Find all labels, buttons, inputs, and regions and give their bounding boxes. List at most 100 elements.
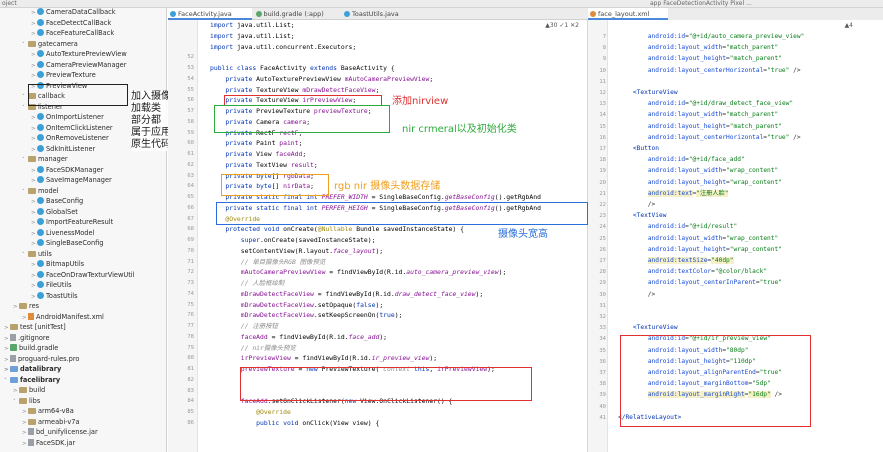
xml-line[interactable]: android:layout_height="wrap_content" [618, 245, 782, 255]
xml-line[interactable]: <TextureView [618, 88, 678, 98]
tree-item[interactable]: > res [0, 302, 166, 311]
tree-item[interactable]: > FaceFeatureCallBack [0, 29, 166, 38]
tree-item[interactable]: > arm64-v8a [0, 407, 166, 416]
code-line[interactable]: // nir摄像头预览 [210, 343, 296, 353]
xml-line[interactable]: /> [618, 200, 655, 210]
xml-line[interactable]: <Button [618, 144, 659, 154]
editor-tab[interactable]: FaceActivity.java [168, 8, 252, 20]
xml-line[interactable]: <TextureView [618, 323, 678, 333]
tree-item[interactable]: > FaceSDKManager [0, 165, 166, 175]
tree-item[interactable]: > proguard-rules.pro [0, 354, 166, 364]
code-line[interactable]: @Override [210, 407, 291, 417]
code-line[interactable]: mDrawDetectFaceView.setKeepScreenOn(true… [210, 310, 403, 320]
tree-item[interactable]: ˅ gatecamera [0, 40, 166, 49]
code-line[interactable]: faceAdd = findViewById(R.id.face_add); [210, 332, 387, 342]
code-line[interactable]: import java.util.List; [210, 20, 295, 30]
xml-line[interactable]: android:id="@+id/auto_camera_preview_vie… [618, 32, 804, 42]
xml-inspection-summary[interactable]: ▲4 [845, 22, 853, 29]
xml-tabs: face_layout.xml [588, 8, 883, 20]
editor-tab[interactable]: build.gradle (:app) [254, 8, 341, 20]
line-gutter: 52 53 54 55 56 57 58 59 60 61 62 63 64 65 66 67 68 69 70 71… [168, 20, 198, 452]
tree-item[interactable]: ˅ model [0, 187, 166, 196]
xml-line[interactable]: android:layout_width="match_parent" [618, 43, 778, 53]
code-line[interactable]: setContentView(R.layout.face_layout); [210, 246, 383, 256]
editor-tab[interactable]: ToastUtils.java [342, 8, 423, 20]
folder-icon [28, 250, 36, 257]
code-line[interactable]: // 注册按钮 [210, 321, 278, 331]
tree-item[interactable]: > .gitignore [0, 333, 166, 343]
tree-item[interactable]: ˅ utils [0, 250, 166, 259]
tree-item[interactable]: > AndroidManifest.xml [0, 312, 166, 322]
tree-item[interactable]: > SingleBaseConfig [0, 239, 166, 248]
line-number [168, 20, 194, 30]
code-line[interactable]: mDrawDetectFaceView.setOpaque(false); [210, 300, 383, 310]
code-line[interactable]: super.onCreate(savedInstanceState); [210, 235, 376, 245]
code-line[interactable]: private View faceAdd; [210, 149, 306, 159]
tree-item[interactable]: ˅ libs [0, 397, 166, 406]
xml-line[interactable]: android:layout_width="wrap_content" [618, 234, 778, 244]
tree-item[interactable]: > BitmapUtils [0, 260, 166, 269]
code-line[interactable]: private TextView result; [210, 160, 317, 170]
tree-item[interactable]: > GlobalSet [0, 207, 166, 217]
tree-item[interactable]: > FileUtils [0, 281, 166, 290]
code-line[interactable]: // 单目摄像头RGB 图像预览 [210, 257, 325, 267]
xml-line[interactable]: android:text="注册人脸" [618, 189, 729, 199]
tree-item[interactable]: > FaceOnDrawTexturViewUtil [0, 270, 166, 280]
tree-item[interactable]: > PreviewTexture [0, 71, 166, 80]
xml-line[interactable]: android:layout_centerHorizontal="true" /… [618, 66, 801, 76]
tree-item[interactable]: > bd_unifylicense.jar [0, 428, 166, 437]
xml-line[interactable]: android:id="@+id/face_add" [618, 155, 745, 165]
tree-item[interactable]: > BaseConfig [0, 197, 166, 206]
xml-line[interactable]: android:layout_centerHorizontal="true" /… [618, 133, 801, 143]
code-line[interactable]: irPreviewView = findViewById(R.id.ir_pre… [210, 353, 437, 363]
tree-item[interactable]: > FaceSDK.jar [0, 438, 166, 448]
code-line[interactable]: public void onClick(View view) { [210, 418, 379, 428]
tab-face-layout[interactable]: face_layout.xml [588, 8, 668, 20]
xml-line[interactable]: android:textSize="40dp" [618, 256, 734, 266]
code-line[interactable]: public class FaceActivity extends BaseAc… [210, 63, 395, 73]
project-tree[interactable]: > CameraDataCallback > FaceDetectCallBack > F… [0, 8, 167, 452]
xml-line[interactable]: android:layout_height="match_parent" [618, 122, 782, 132]
code-line[interactable]: protected void onCreate(@Nullable Bundle… [210, 224, 464, 234]
code-line[interactable]: // 人脸框绘制 [210, 278, 285, 288]
xml-line[interactable]: android:id="@+id/result" [618, 222, 737, 232]
inspection-summary[interactable]: ▲30 ✓1 ✕2 [545, 22, 579, 29]
tree-item[interactable]: > build [0, 386, 166, 395]
tree-item[interactable]: > datalibrary [0, 365, 166, 374]
code-line[interactable]: private TextureView mDrawDetectFaceView; [210, 85, 379, 95]
tree-item[interactable]: ˅ facelibrary [0, 376, 166, 385]
xml-line[interactable]: android:layout_height="match_parent" [618, 54, 782, 64]
xml-line[interactable]: android:layout_height="wrap_content" [618, 178, 782, 188]
tree-item[interactable]: ˅ manager [0, 155, 166, 164]
xml-line[interactable]: android:layout_centerInParent="true" [618, 278, 782, 288]
tree-item[interactable]: > CameraPreviewManager [0, 60, 166, 70]
tree-item[interactable]: > SaveImageManager [0, 176, 166, 185]
xml-line[interactable]: /> [618, 290, 655, 300]
tree-item[interactable]: > build.gradle [0, 344, 166, 353]
tree-item[interactable]: > ToastUtils [0, 291, 166, 301]
xml-line[interactable]: android:layout_width="wrap_content" [618, 166, 778, 176]
xml-line[interactable]: <TextView [618, 211, 667, 221]
file-icon [10, 354, 16, 362]
tree-item[interactable]: > LivenessModel [0, 228, 166, 238]
code-line[interactable]: private AutoTexturePreviewView mAutoCame… [210, 74, 433, 84]
tree-item[interactable]: > test [unitTest] [0, 323, 166, 332]
xml-line[interactable]: android:layout_width="match_parent" [618, 110, 778, 120]
code-line[interactable]: import java.util.List; [210, 31, 295, 41]
tree-item[interactable]: > armeabi-v7a [0, 418, 166, 427]
code-line[interactable]: mDrawDetectFaceView = findViewById(R.id.… [210, 289, 483, 299]
title-bar: oject app FaceDetectionActivity Pixel ..… [0, 0, 883, 8]
xml-line[interactable]: android:textColor="@color/black" [618, 267, 767, 277]
xml-line[interactable]: android:id="@+id/draw_detect_face_view" [618, 99, 793, 109]
tree-item[interactable]: > AutoTexturePreviewView [0, 50, 166, 59]
code-line[interactable]: private Paint paint; [210, 138, 302, 148]
tree-item-label: manager [38, 155, 68, 163]
tree-item[interactable]: > ImportFeatureResult [0, 218, 166, 227]
tree-item[interactable]: > CameraDataCallback [0, 8, 166, 17]
line-number: 61 [187, 151, 194, 157]
tree-item[interactable]: > FaceDetectCallBack [0, 18, 166, 28]
orange-box-data [221, 174, 329, 196]
code-line[interactable]: mAutoCameraPreviewView = findViewById(R.… [210, 267, 507, 277]
code-line[interactable]: import java.util.concurrent.Executors; [210, 42, 356, 52]
run-config[interactable]: app FaceDetectionActivity Pixel ... [650, 0, 752, 8]
